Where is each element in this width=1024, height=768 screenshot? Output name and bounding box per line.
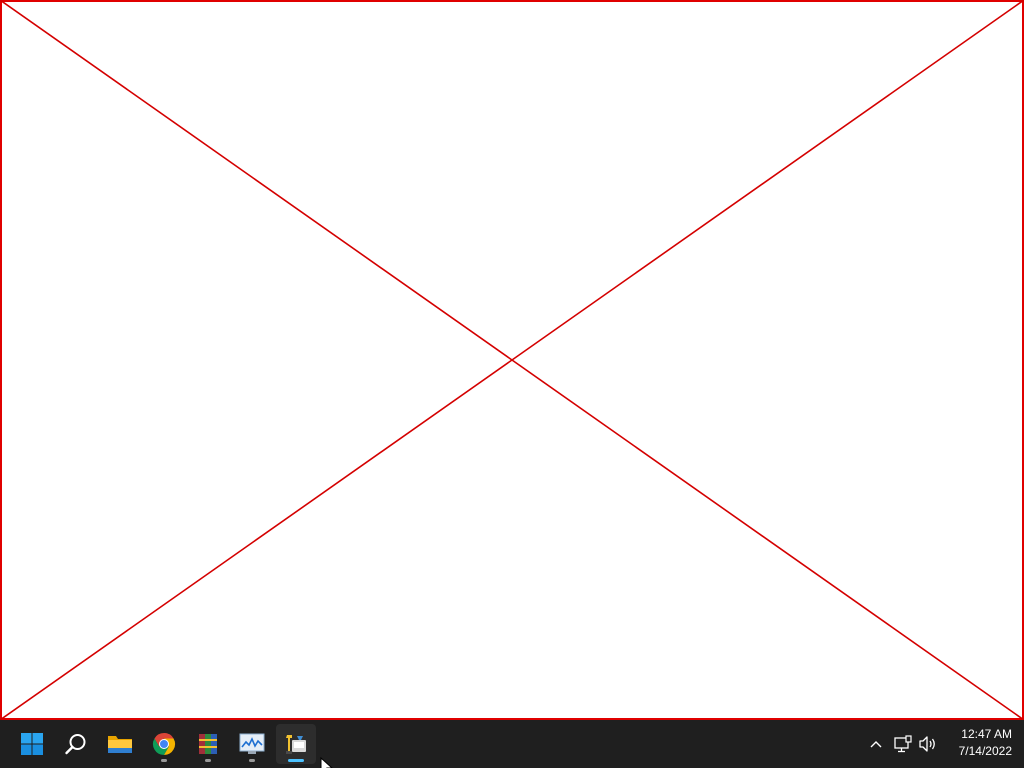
blank-window-placeholder bbox=[0, 0, 1024, 720]
network-icon bbox=[894, 735, 912, 753]
installer-app-button[interactable] bbox=[276, 724, 316, 764]
chevron-up-icon bbox=[870, 741, 882, 748]
performance-monitor-icon bbox=[239, 733, 265, 754]
chrome-icon bbox=[152, 733, 176, 755]
clock-date: 7/14/2022 bbox=[958, 744, 1012, 758]
search-icon bbox=[65, 734, 86, 755]
show-hidden-icons-button[interactable] bbox=[866, 734, 886, 754]
chrome-button[interactable] bbox=[144, 724, 184, 764]
volume-button[interactable] bbox=[918, 734, 938, 754]
volume-icon bbox=[919, 736, 935, 752]
file-explorer-button[interactable] bbox=[100, 724, 140, 764]
running-indicator bbox=[249, 759, 255, 762]
desktop-screen: 12:47 AM 7/14/2022 bbox=[0, 0, 1024, 768]
mouse-cursor-icon bbox=[320, 757, 334, 768]
winrar-icon bbox=[199, 734, 217, 754]
system-clock[interactable]: 12:47 AM 7/14/2022 bbox=[942, 726, 1012, 760]
winrar-button[interactable] bbox=[188, 724, 228, 764]
start-button[interactable] bbox=[12, 724, 52, 764]
performance-monitor-button[interactable] bbox=[232, 724, 272, 764]
file-explorer-icon bbox=[108, 736, 132, 753]
red-x-placeholder-graphic bbox=[0, 0, 1024, 720]
running-indicator bbox=[161, 759, 167, 762]
taskbar: 12:47 AM 7/14/2022 bbox=[0, 720, 1024, 768]
installer-app-icon bbox=[286, 735, 306, 754]
clock-time: 12:47 AM bbox=[961, 727, 1012, 741]
windows-start-icon bbox=[21, 733, 43, 755]
running-indicator bbox=[205, 759, 211, 762]
search-button[interactable] bbox=[56, 724, 96, 764]
active-indicator bbox=[288, 759, 304, 762]
network-status-button[interactable] bbox=[893, 734, 913, 754]
